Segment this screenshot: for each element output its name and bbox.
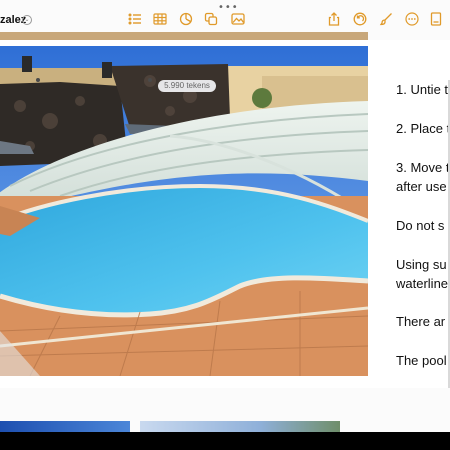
- screen-bezel: [0, 432, 450, 450]
- text-line: Do not s: [396, 218, 445, 233]
- document-canvas[interactable]: 5.990 tekens 1. Untie t 2. Place t 3. Mo…: [0, 32, 450, 420]
- pool-image[interactable]: [0, 46, 368, 376]
- more-icon[interactable]: [404, 11, 420, 27]
- brush-icon[interactable]: [378, 11, 394, 27]
- text-line: Using su: [396, 257, 447, 272]
- text-line: 2. Place t: [396, 121, 450, 136]
- resize-handle[interactable]: [36, 78, 40, 82]
- table-icon[interactable]: [152, 11, 168, 27]
- shapes-icon[interactable]: [203, 11, 219, 27]
- undo-icon[interactable]: [352, 11, 368, 27]
- text-line: 3. Move t: [396, 160, 450, 175]
- text-line: There ar: [396, 314, 446, 329]
- document-icon[interactable]: [428, 11, 444, 27]
- pool-photo: [0, 46, 368, 376]
- chevron-down-icon[interactable]: ⌄: [22, 15, 32, 25]
- previous-image-edge: [0, 32, 368, 40]
- text-line: after use: [396, 179, 447, 194]
- text-line: The pool: [396, 353, 447, 368]
- media-icon[interactable]: [230, 11, 246, 27]
- resize-handle[interactable]: [148, 78, 152, 82]
- text-line: waterline: [396, 276, 449, 291]
- list-icon[interactable]: [127, 11, 143, 27]
- text-line: 1. Untie t: [396, 82, 449, 97]
- character-count-badge: 5.990 tekens: [158, 80, 216, 92]
- chart-icon[interactable]: [178, 11, 194, 27]
- share-icon[interactable]: [326, 11, 342, 27]
